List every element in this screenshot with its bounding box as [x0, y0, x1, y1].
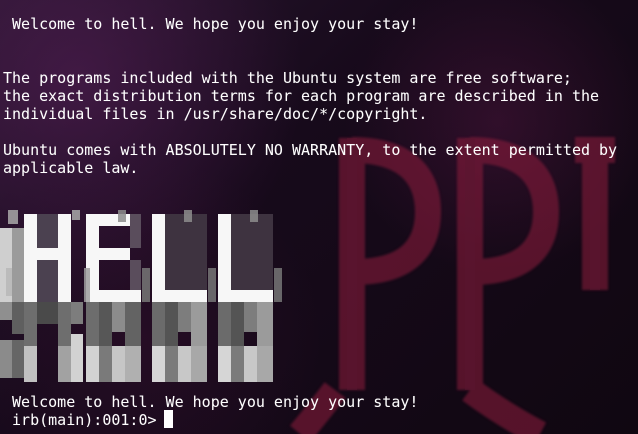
irb-prompt[interactable]: irb(main):001:0> [3, 411, 166, 429]
block-cursor-icon[interactable] [164, 410, 173, 428]
motd-line-3: individual files in /usr/share/doc/*/cop… [3, 105, 428, 123]
warranty-line-2: applicable law. [3, 159, 139, 177]
welcome-message-bottom: Welcome to hell. We hope you enjoy your … [3, 393, 419, 411]
motd-line-1: The programs included with the Ubuntu sy… [3, 69, 572, 87]
welcome-message-top: Welcome to hell. We hope you enjoy your … [3, 15, 419, 33]
terminal-window[interactable]: Welcome to hell. We hope you enjoy your … [0, 0, 638, 434]
motd-line-2: the exact distribution terms for each pr… [3, 87, 600, 105]
hell-banner-art [0, 210, 282, 382]
warranty-line-1: Ubuntu comes with ABSOLUTELY NO WARRANTY… [3, 141, 618, 159]
